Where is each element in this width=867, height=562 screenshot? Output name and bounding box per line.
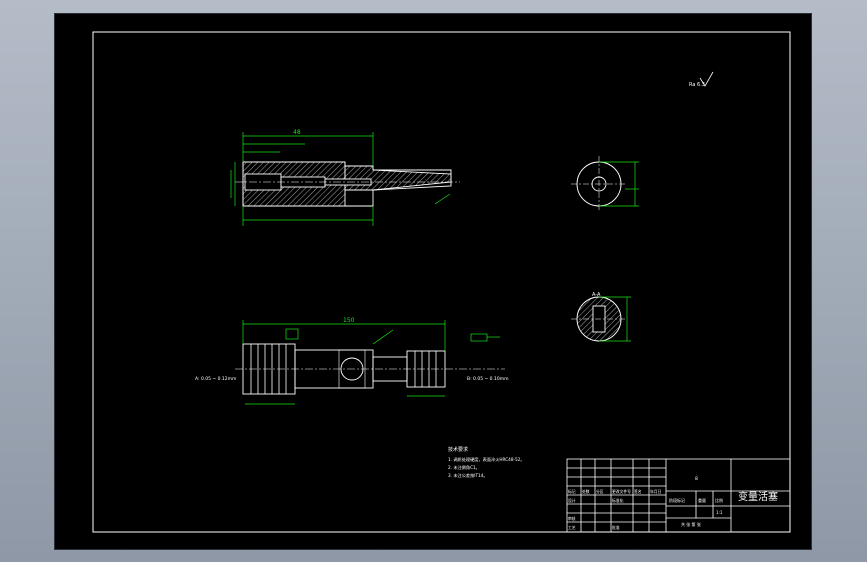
section-view-top: 48 [230, 129, 460, 226]
tech-title: 技术要求 [448, 446, 468, 453]
section-a-label: A-A [592, 292, 601, 298]
stage-label: 阶段标记 [669, 497, 685, 503]
scale-label: 比例 [715, 497, 723, 503]
technical-requirements: 技术要求 1. 调质处理硬度，表面淬火HRC48-52。 2. 未注倒角C1。 … [448, 446, 525, 479]
inner-frame [92, 31, 791, 533]
approve-label: 批准 [612, 525, 620, 530]
shaft-view-bottom: 150 A: 0.05 ~ 0.12mm B: 0.05 ~ 0.10mm [195, 317, 508, 405]
process-label: 工艺 [568, 525, 576, 530]
sheet-label: 共 张 第 张 [681, 521, 701, 527]
note-right: B: 0.05 ~ 0.10mm [467, 376, 508, 382]
drawing-sheet: 48 A-A 150 A: 0.05 ~ 0.12mm B: 0.05 ~ 0.… [55, 14, 811, 549]
weight-label: 重量 [698, 497, 706, 503]
tech-line-2: 2. 未注倒角C1。 [448, 464, 480, 471]
tech-line-1: 1. 调质处理硬度，表面淬火HRC48-52。 [448, 456, 525, 463]
standard-label: 标准化 [612, 498, 624, 503]
top-mark: 8 [695, 476, 698, 482]
cad-drawing: 48 A-A 150 A: 0.05 ~ 0.12mm B: 0.05 ~ 0.… [92, 31, 791, 533]
dim-bottom-overall: 150 [343, 317, 355, 324]
roughness-symbol: Ra 6.3 [689, 71, 714, 88]
label-change: 更改文件号 [612, 489, 631, 494]
label-date: 年月日 [650, 489, 662, 494]
dim-top-overall: 48 [293, 129, 301, 136]
label-count: 处数 [582, 489, 590, 494]
part-name: 变量活塞 [738, 490, 778, 503]
scale-value: 1:1 [716, 510, 723, 515]
tech-line-3: 3. 未注公差按IT14。 [448, 472, 488, 479]
label-mark: 标记 [568, 489, 576, 494]
section-a-a: A-A [571, 292, 631, 342]
label-sign: 签名 [634, 489, 642, 494]
designer-label: 设计 [568, 498, 576, 503]
reviewer-label: 审核 [568, 516, 576, 521]
label-zone: 分区 [596, 489, 604, 494]
end-view-circle [571, 156, 639, 212]
note-left: A: 0.05 ~ 0.12mm [195, 376, 236, 382]
roughness-text: Ra 6.3 [689, 82, 705, 88]
